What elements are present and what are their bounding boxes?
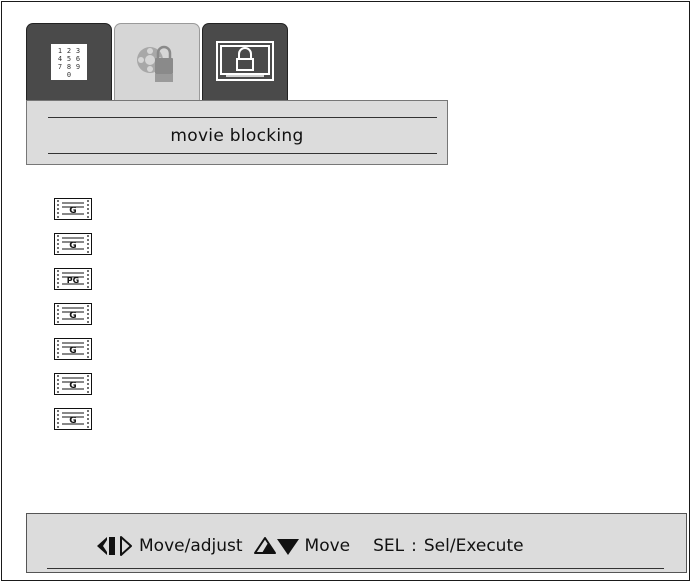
hint-sel-key: SEL	[373, 536, 405, 556]
number-pad-digit: 8	[67, 63, 71, 71]
rating-label: G	[69, 206, 76, 216]
number-pad-digit: 2	[67, 47, 71, 55]
footer-hints: Move/adjust Move SEL : Sel/Execute	[26, 513, 687, 573]
rating-badge-icon: G	[54, 233, 92, 255]
divider	[48, 117, 437, 118]
film-reel-lock-icon	[137, 45, 173, 82]
number-pad-digit: 6	[76, 55, 80, 63]
rating-item[interactable]: G	[54, 233, 92, 255]
rating-badge-icon: G	[54, 338, 92, 360]
number-pad-digit: 7	[58, 63, 62, 71]
rating-item[interactable]: G	[54, 373, 92, 395]
rating-item[interactable]: G	[54, 198, 92, 220]
rating-item[interactable]: PG	[54, 268, 92, 290]
left-right-arrows-icon	[97, 536, 132, 556]
rating-badge-icon: G	[54, 198, 92, 220]
hint-move-adjust: Move/adjust	[139, 536, 243, 556]
number-pad-digit: 4	[58, 55, 62, 63]
rating-label: G	[69, 241, 76, 251]
rating-badge-icon: PG	[54, 268, 92, 290]
tab-number-pad[interactable]: 123 456 7890	[26, 23, 112, 101]
title-panel: movie blocking	[26, 100, 448, 165]
divider	[48, 153, 437, 154]
number-pad-digit: 1	[58, 47, 62, 55]
number-pad-digit: 5	[67, 55, 71, 63]
tab-movie-blocking[interactable]	[114, 23, 200, 101]
rating-item[interactable]: G	[54, 408, 92, 430]
rating-label: G	[69, 416, 76, 426]
hint-sel-sep: :	[411, 536, 417, 556]
rating-label: G	[69, 381, 76, 391]
page-title: movie blocking	[170, 126, 304, 146]
rating-label: PG	[67, 276, 79, 285]
number-pad-digit: 3	[76, 47, 80, 55]
hint-move: Move	[304, 536, 351, 556]
divider	[47, 568, 664, 569]
up-down-arrows-icon	[253, 537, 299, 555]
rating-badge-icon: G	[54, 373, 92, 395]
number-pad-icon: 1 2 3 4 5 6 7 8 90	[51, 44, 87, 80]
menu-frame: 123 456 7890 movie blocking G G PG G G G G…	[1, 1, 690, 581]
rating-item[interactable]: G	[54, 338, 92, 360]
rating-item[interactable]: G	[54, 303, 92, 325]
rating-badge-icon: G	[54, 408, 92, 430]
rating-label: G	[69, 311, 76, 321]
number-pad-digit: 0	[67, 71, 71, 79]
tab-tv-blocking[interactable]	[202, 23, 288, 101]
hint-sel-execute: Sel/Execute	[423, 536, 524, 556]
tv-lock-icon	[216, 41, 274, 81]
number-pad-digit: 9	[76, 63, 80, 71]
rating-badge-icon: G	[54, 303, 92, 325]
rating-label: G	[69, 346, 76, 356]
